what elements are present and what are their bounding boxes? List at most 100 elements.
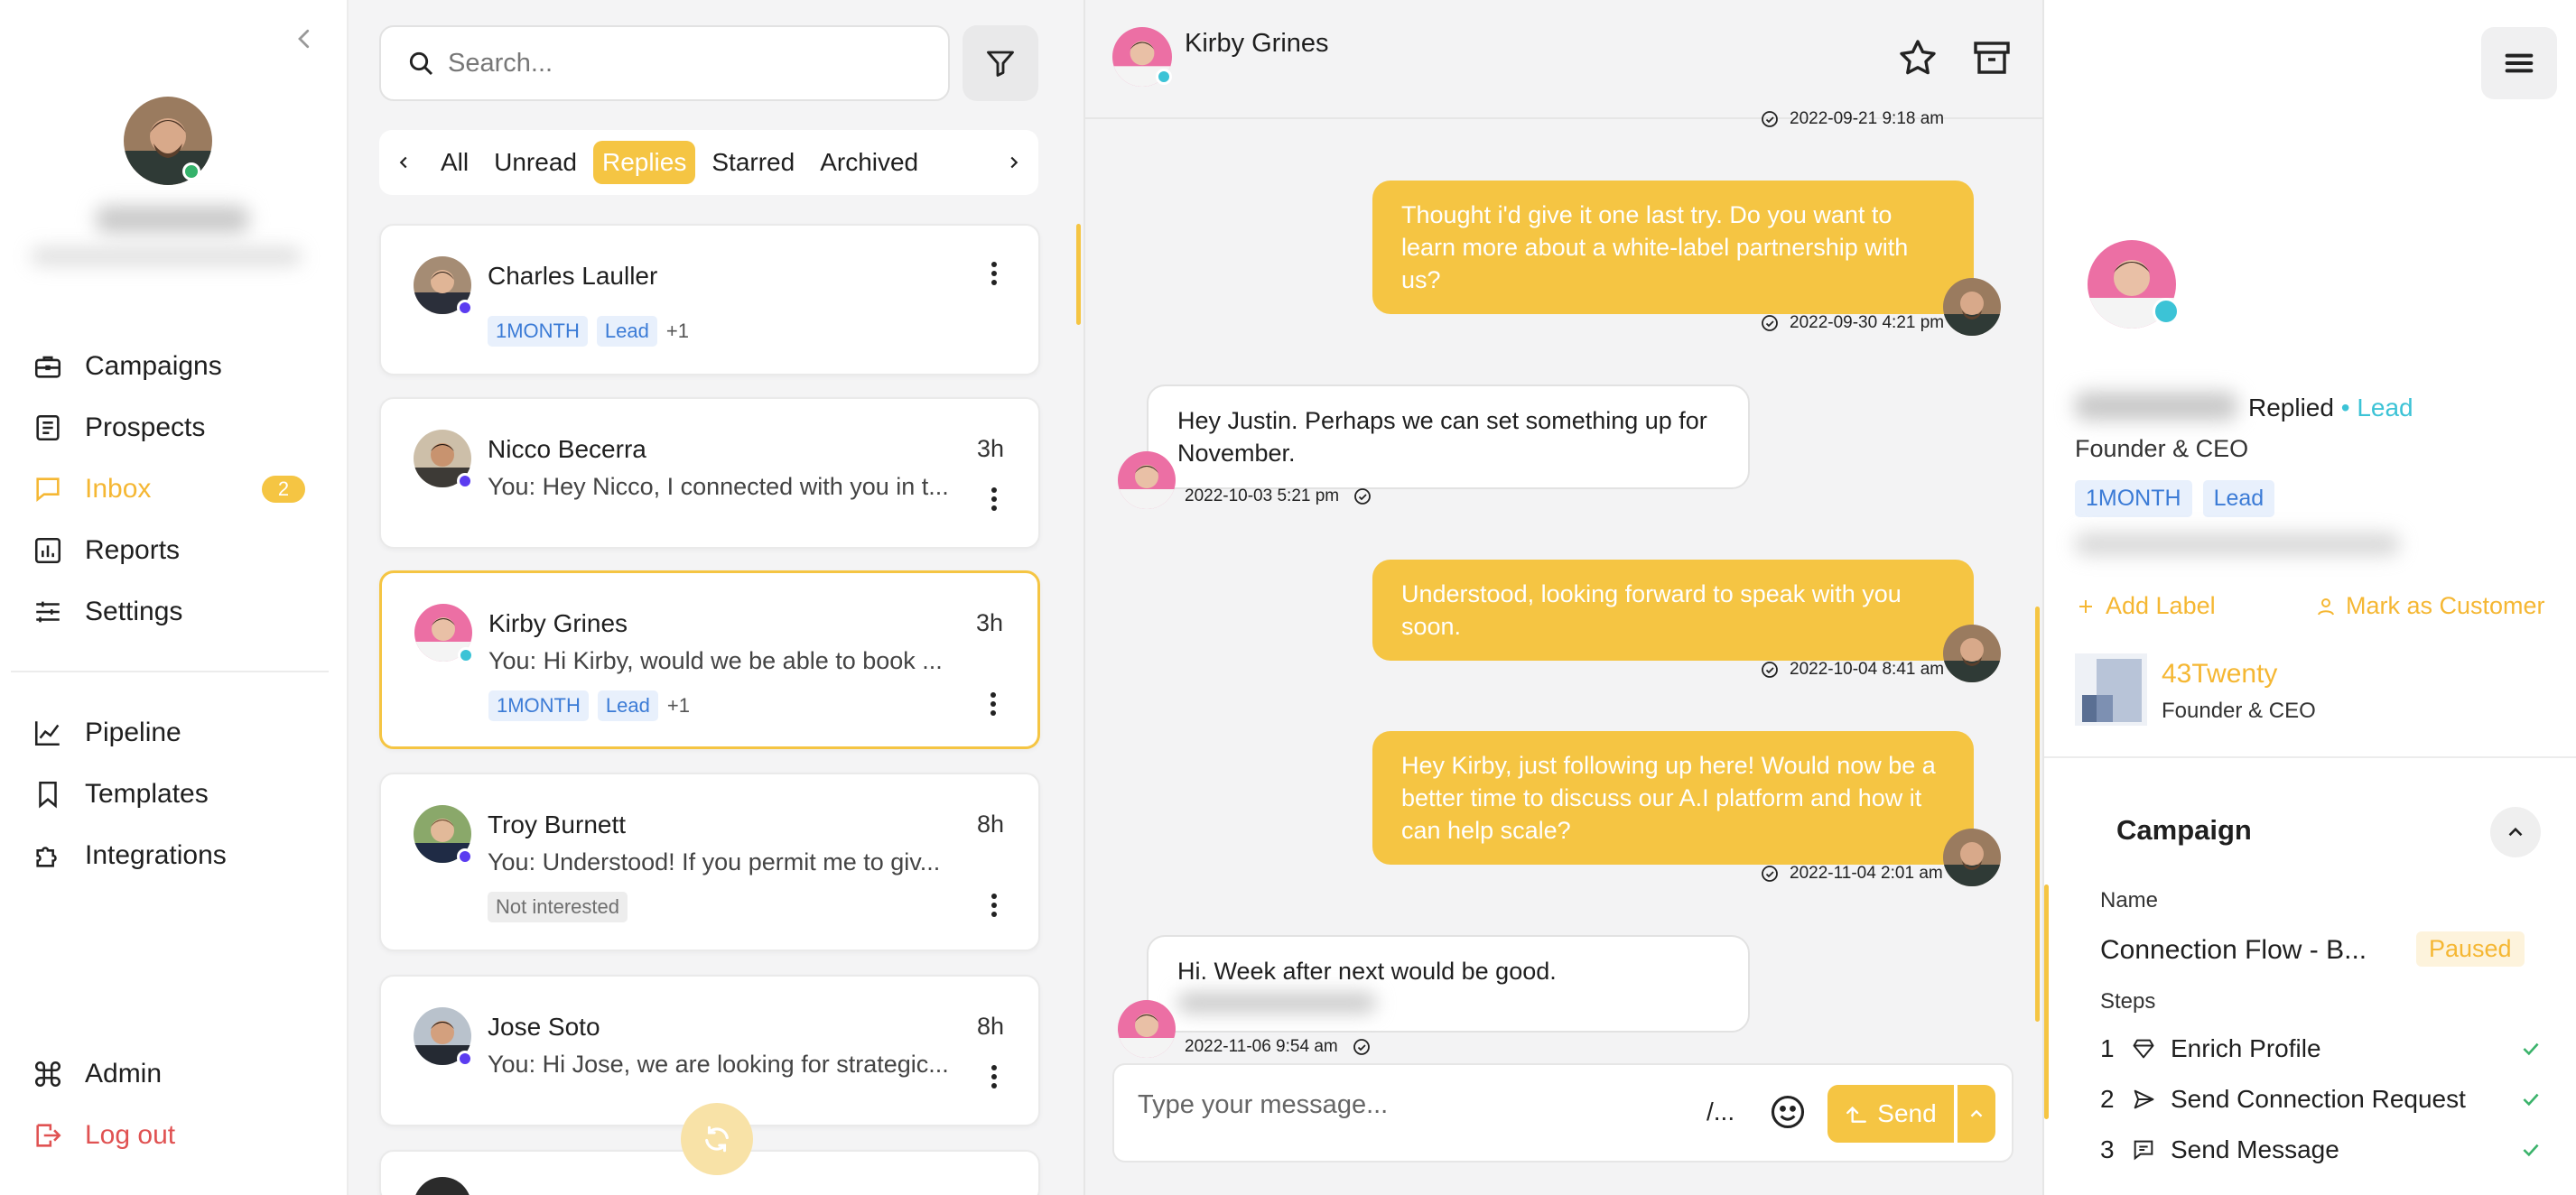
sidebar: Campaigns Prospects Inbox 2 Reports Sett… bbox=[0, 0, 349, 1195]
tab-starred[interactable]: Starred bbox=[702, 141, 804, 184]
send-options-button[interactable] bbox=[1958, 1085, 1995, 1143]
menu-button[interactable] bbox=[2481, 27, 2557, 99]
message-input[interactable] bbox=[1138, 1090, 1679, 1120]
conversation-card[interactable]: Nicco Becerra 3h You: Hey Nicco, I conne… bbox=[379, 397, 1040, 549]
more-options-icon[interactable] bbox=[989, 690, 998, 718]
contact-name: Jose Soto bbox=[488, 1013, 600, 1041]
list-scrollbar[interactable] bbox=[1076, 224, 1081, 325]
step-label: Send Message bbox=[2171, 1135, 2339, 1163]
steps-label: Steps bbox=[2100, 989, 2156, 1014]
campaign-collapse-button[interactable] bbox=[2490, 807, 2541, 857]
message-text: Hi. Week after next would be good. bbox=[1177, 958, 1557, 985]
filter-icon bbox=[987, 51, 1014, 77]
check-circle-icon bbox=[1762, 662, 1778, 678]
label-tag[interactable]: Lead bbox=[2202, 480, 2275, 517]
conversation-card[interactable]: Troy Burnett 8h You: Understood! If you … bbox=[379, 773, 1040, 951]
search-input[interactable] bbox=[448, 48, 917, 79]
more-options-icon[interactable] bbox=[990, 1063, 999, 1090]
conversation-card[interactable]: Charles Lauller 1MONTH Lead +1 bbox=[379, 224, 1040, 375]
search-box[interactable] bbox=[379, 25, 950, 101]
emoji-icon[interactable] bbox=[1768, 1092, 1808, 1132]
tab-unread[interactable]: Unread bbox=[485, 141, 586, 184]
step-label: Enrich Profile bbox=[2171, 1034, 2321, 1062]
nav-item-pipeline[interactable]: Pipeline bbox=[33, 711, 181, 755]
message-preview: You: Understood! If you permit me to giv… bbox=[488, 848, 941, 875]
status-dot bbox=[457, 473, 473, 489]
nav-item-prospects[interactable]: Prospects bbox=[33, 406, 205, 449]
chat-scrollbar[interactable] bbox=[2035, 607, 2040, 1022]
nav-item-label: Inbox bbox=[85, 474, 152, 504]
check-icon bbox=[2523, 1144, 2539, 1157]
label-tag[interactable]: 1MONTH bbox=[2075, 480, 2192, 517]
check-circle-icon bbox=[1354, 488, 1372, 505]
nav-item-admin[interactable]: Admin bbox=[33, 1052, 162, 1096]
company-name-link[interactable]: 43Twenty bbox=[2162, 659, 2277, 690]
more-options-icon[interactable] bbox=[990, 260, 999, 287]
add-label-text: Add Label bbox=[2106, 592, 2216, 619]
add-label-button[interactable]: Add Label bbox=[2075, 592, 2216, 620]
mark-customer-text: Mark as Customer bbox=[2346, 592, 2545, 619]
prospect-labels: 1MONTH Lead bbox=[2075, 480, 2275, 517]
nav-item-logout[interactable]: Log out bbox=[33, 1114, 175, 1157]
company-role: Founder & CEO bbox=[2162, 699, 2316, 723]
blurred-user-email bbox=[31, 247, 302, 265]
step-number: 1 bbox=[2100, 1034, 2115, 1062]
label-tag: Not interested bbox=[488, 892, 628, 922]
nav-item-integrations[interactable]: Integrations bbox=[33, 834, 227, 877]
message-outgoing: Understood, looking forward to speak wit… bbox=[1372, 560, 1974, 661]
search-icon bbox=[409, 51, 433, 76]
company-logo bbox=[2075, 653, 2147, 726]
document-list-icon bbox=[36, 414, 60, 441]
send-button[interactable]: Send bbox=[1827, 1085, 1954, 1143]
nav-item-campaigns[interactable]: Campaigns bbox=[33, 345, 222, 388]
panel-scrollbar[interactable] bbox=[2044, 885, 2049, 1119]
conversation-list-panel: All Unread Replies Starred Archived Char… bbox=[349, 0, 1085, 1195]
blurred-prospect-name bbox=[2075, 392, 2237, 421]
conversation-time: 3h bbox=[975, 609, 1003, 636]
tabs-next-button[interactable] bbox=[990, 153, 1038, 172]
chevron-left-icon[interactable] bbox=[291, 25, 318, 52]
message-icon bbox=[36, 477, 60, 502]
check-icon bbox=[2523, 1042, 2539, 1056]
nav-item-label: Campaigns bbox=[85, 351, 222, 381]
send-arrow-icon bbox=[1846, 1106, 1867, 1123]
nav-item-settings[interactable]: Settings bbox=[33, 590, 182, 634]
tab-all[interactable]: All bbox=[432, 141, 478, 184]
templates-shortcut-button[interactable]: /... bbox=[1706, 1098, 1734, 1126]
campaign-heading: Campaign bbox=[2116, 814, 2252, 846]
chevron-left-icon bbox=[399, 156, 407, 169]
check-circle-icon bbox=[1762, 866, 1778, 882]
check-circle-icon bbox=[1762, 111, 1778, 127]
more-options-icon[interactable] bbox=[990, 892, 999, 919]
more-options-icon[interactable] bbox=[990, 486, 999, 513]
campaign-name[interactable]: Connection Flow - B... bbox=[2100, 935, 2389, 966]
campaign-name-label: Name bbox=[2100, 888, 2159, 912]
step-number: 3 bbox=[2100, 1135, 2115, 1163]
tabs-prev-button[interactable] bbox=[379, 153, 428, 172]
contact-name: Kirby Grines bbox=[488, 609, 628, 637]
status-dot bbox=[457, 1051, 473, 1067]
send-label: Send bbox=[1877, 1099, 1937, 1127]
tab-replies[interactable]: Replies bbox=[592, 141, 696, 184]
nav-item-reports[interactable]: Reports bbox=[33, 529, 180, 572]
tab-archived[interactable]: Archived bbox=[811, 141, 927, 184]
conversation-card-selected[interactable]: Kirby Grines 3h You: Hi Kirby, would we … bbox=[379, 570, 1040, 749]
contact-name: Troy Burnett bbox=[488, 811, 627, 838]
sender-avatar bbox=[1943, 625, 2001, 682]
star-icon[interactable] bbox=[1896, 36, 1939, 79]
contact-name: Charles Lauller bbox=[488, 262, 658, 290]
prospect-details-panel: Replied • Lead Founder & CEO 1MONTH Lead… bbox=[2042, 0, 2576, 1195]
filter-button[interactable] bbox=[963, 25, 1038, 101]
prospect-title: Founder & CEO bbox=[2075, 435, 2249, 462]
nav-item-inbox[interactable]: Inbox bbox=[33, 468, 151, 511]
refresh-button[interactable] bbox=[681, 1103, 753, 1175]
message-composer: /... Send bbox=[1112, 1063, 2013, 1163]
conversation-time: 8h bbox=[976, 811, 1004, 838]
check-circle-icon bbox=[1762, 315, 1778, 331]
mark-as-customer-button[interactable]: Mark as Customer bbox=[2315, 592, 2545, 620]
campaign-step: 2 Send Connection Request bbox=[2100, 1081, 2543, 1117]
nav-item-templates[interactable]: Templates bbox=[33, 773, 209, 816]
sender-avatar bbox=[1943, 278, 2001, 336]
archive-icon[interactable] bbox=[1970, 36, 2013, 79]
message-timestamp: 2022-10-04 8:41 am bbox=[1759, 659, 1944, 681]
